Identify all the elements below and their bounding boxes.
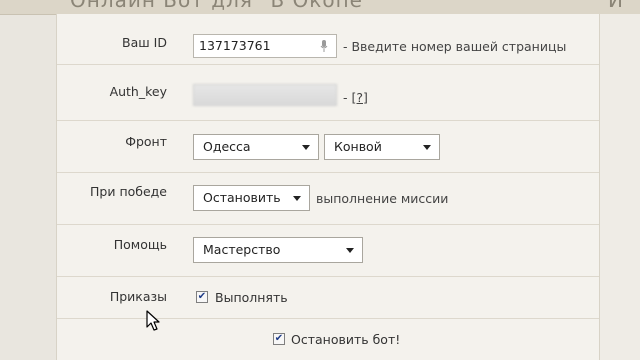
vk-id-input[interactable]: 137173761 xyxy=(193,34,337,58)
row-on-win: При победе Остановить выполнение миссии xyxy=(57,172,599,225)
side-panel-title: И xyxy=(608,0,623,12)
checkmark-icon: ✔ xyxy=(197,291,207,302)
side-panel xyxy=(599,14,640,360)
mouse-pointer-icon xyxy=(146,310,160,331)
microphone-icon[interactable] xyxy=(320,40,328,52)
stop-bot-checkbox[interactable]: ✔ xyxy=(273,333,285,345)
row-auth-key: Auth_key - [?] xyxy=(57,64,599,121)
settings-form: Ваш ID 137173761 - Введите номер вашей с… xyxy=(56,14,600,360)
orders-label: Приказы xyxy=(109,289,167,304)
row-front: Фронт Одесса Конвой xyxy=(57,120,599,173)
row-orders: Приказы ✔ Выполнять xyxy=(57,276,599,319)
on-win-label: При победе xyxy=(90,184,167,199)
page-title: Онлайн Бот для "В Окопе" xyxy=(70,0,374,12)
row-stop-bot: ✔ Остановить бот! xyxy=(57,318,599,360)
stop-bot-checkbox-label[interactable]: Остановить бот! xyxy=(291,332,400,347)
orders-checkbox[interactable]: ✔ xyxy=(196,291,208,303)
auth-key-label: Auth_key xyxy=(109,84,167,99)
auth-key-hint: - [?] xyxy=(343,90,368,105)
on-win-hint: выполнение миссии xyxy=(316,191,449,206)
help-label: Помощь xyxy=(113,237,167,252)
vk-id-hint: - Введите номер вашей страницы xyxy=(343,39,567,54)
chevron-down-icon xyxy=(346,248,354,253)
row-vk-id: Ваш ID 137173761 - Введите номер вашей с… xyxy=(57,14,599,65)
help-select[interactable]: Мастерство xyxy=(193,237,363,263)
checkmark-icon: ✔ xyxy=(274,333,284,344)
front-label: Фронт xyxy=(125,134,167,149)
row-help: Помощь Мастерство xyxy=(57,224,599,277)
vk-id-label: Ваш ID xyxy=(122,35,167,50)
on-win-select[interactable]: Остановить xyxy=(193,185,310,211)
orders-checkbox-label[interactable]: Выполнять xyxy=(215,290,288,305)
auth-key-help-link[interactable]: [?] xyxy=(351,90,367,105)
front-city-select[interactable]: Одесса xyxy=(193,134,319,160)
page-header: Онлайн Бот для "В Окопе" И xyxy=(0,0,640,15)
vk-id-value: 137173761 xyxy=(199,38,271,53)
chevron-down-icon xyxy=(302,145,310,150)
front-unit-select[interactable]: Конвой xyxy=(324,134,440,160)
auth-key-input[interactable] xyxy=(193,84,337,106)
chevron-down-icon xyxy=(423,145,431,150)
chevron-down-icon xyxy=(293,196,301,201)
